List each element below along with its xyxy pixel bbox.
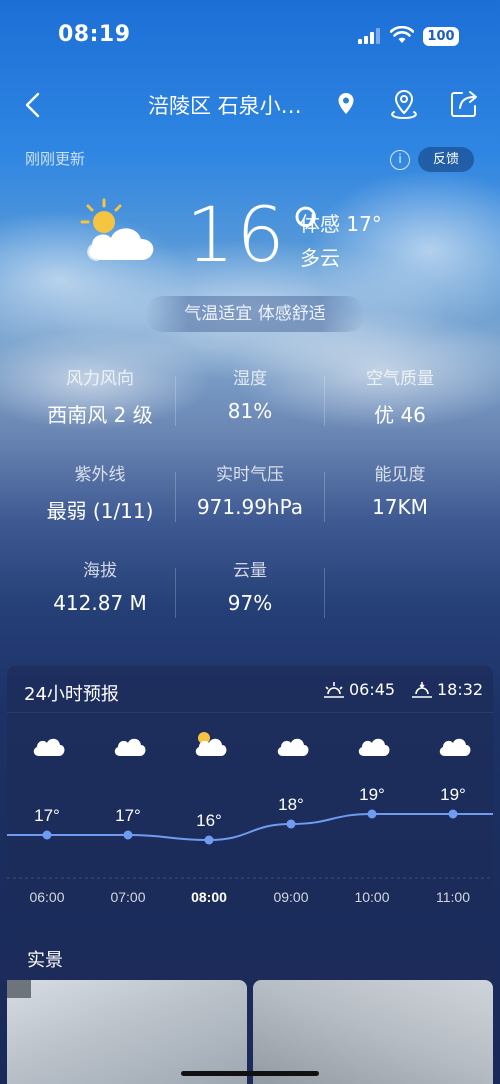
hourly-forecast-card[interactable]: 24小时预报 06:45 18:32 17° 06:00 17° 07:00 16° 08… (7, 666, 493, 918)
comfort-badge: 气温适宜 体感舒适 (145, 296, 365, 332)
temp-point (204, 835, 214, 845)
hour-time-label: 09:00 (273, 889, 308, 905)
sunset-time: 18:32 (437, 680, 484, 699)
hour-temp-label: 19° (359, 785, 385, 804)
share-icon[interactable] (448, 88, 480, 120)
temp-point (123, 830, 133, 840)
detail-label: 实时气压 (216, 465, 284, 485)
photo-object (7, 980, 31, 998)
feedback-button[interactable]: 反馈 (418, 147, 474, 172)
detail-value: 优 46 (374, 403, 426, 427)
detail-value: 412.87 M (53, 591, 147, 615)
cloudy-icon (33, 738, 65, 756)
detail-value: 97% (227, 591, 273, 615)
sunrise-time: 06:45 (349, 680, 396, 699)
sunset-info: 18:32 (411, 680, 483, 699)
live-photo[interactable] (253, 980, 493, 1084)
update-time-text: 刚刚更新 (25, 150, 86, 168)
map-location-icon[interactable] (388, 88, 420, 122)
hour-time-label: 10:00 (354, 889, 389, 905)
temp-point (42, 830, 52, 840)
wifi-icon (390, 26, 414, 43)
detail-air-quality[interactable]: 空气质量 优 46 (325, 364, 475, 428)
hour-temp-label: 17° (34, 806, 60, 825)
battery-icon: 100 (423, 27, 459, 46)
detail-humidity: 湿度 81% (175, 364, 325, 423)
divider (324, 568, 325, 618)
detail-altitude: 海拔 412.87 M (25, 556, 175, 615)
detail-label: 风力风向 (66, 369, 134, 389)
cloudy-icon (114, 738, 146, 756)
live-photo[interactable] (7, 980, 247, 1084)
temp-point (448, 809, 458, 819)
live-view-card: 实景 (7, 934, 493, 1084)
sunset-icon (412, 681, 432, 698)
cloudy-icon (439, 738, 471, 756)
hour-temp-label: 19° (440, 785, 466, 804)
temp-point (367, 809, 377, 819)
divider (7, 712, 493, 713)
location-title[interactable]: 涪陵区 石泉小… (148, 90, 302, 120)
hour-time-label: 08:00 (191, 889, 227, 905)
feels-like: 体感 17° (300, 212, 382, 236)
info-icon[interactable]: i (390, 150, 410, 170)
detail-cloud-cover: 云量 97% (175, 556, 325, 615)
status-bar: 08:19 100 (0, 0, 500, 72)
detail-value: 971.99hPa (196, 495, 304, 519)
cellular-signal-icon (358, 28, 380, 44)
detail-label: 云量 (233, 561, 267, 581)
hour-time-label: 11:00 (436, 889, 470, 905)
location-pin-icon (338, 93, 354, 114)
detail-label: 空气质量 (366, 369, 434, 389)
partly-cloudy-icon (195, 732, 227, 756)
detail-pressure: 实时气压 971.99hPa (175, 460, 325, 519)
forecast-title: 24小时预报 (24, 684, 119, 705)
cloudy-icon (277, 738, 309, 756)
temperature-line (7, 813, 493, 842)
detail-label: 海拔 (83, 561, 117, 581)
detail-label: 湿度 (233, 369, 267, 389)
sunrise-info: 06:45 (323, 680, 395, 699)
detail-uv: 紫外线 最弱 (1/11) (25, 460, 175, 524)
detail-visibility: 能见度 17KM (325, 460, 475, 519)
hourly-temperature-chart: 17° 06:00 17° 07:00 16° 08:00 18° 09:00 19° 10:00… (7, 732, 493, 905)
nav-bar: 涪陵区 石泉小… (0, 82, 500, 128)
sunrise-icon (324, 681, 344, 698)
detail-value: 最弱 (1/11) (46, 499, 154, 523)
weather-condition: 多云 (300, 246, 340, 270)
hour-temp-label: 17° (115, 806, 141, 825)
live-view-title: 实景 (27, 950, 63, 971)
detail-value: 81% (227, 399, 273, 423)
hour-time-label: 06:00 (29, 889, 64, 905)
detail-label: 能见度 (374, 465, 426, 485)
detail-value: 17KM (372, 495, 428, 519)
back-icon[interactable] (20, 88, 50, 122)
partly-cloudy-icon (80, 198, 154, 261)
detail-wind: 风力风向 西南风 2 级 (25, 364, 175, 428)
temp-point (286, 819, 296, 829)
status-time: 08:19 (58, 22, 131, 47)
detail-label: 紫外线 (74, 465, 126, 485)
cloudy-icon (358, 738, 390, 756)
hour-temp-label: 16° (196, 811, 222, 830)
detail-value: 西南风 2 级 (47, 403, 153, 427)
home-indicator (181, 1071, 319, 1076)
hour-temp-label: 18° (278, 795, 304, 814)
hour-time-label: 07:00 (110, 889, 145, 905)
